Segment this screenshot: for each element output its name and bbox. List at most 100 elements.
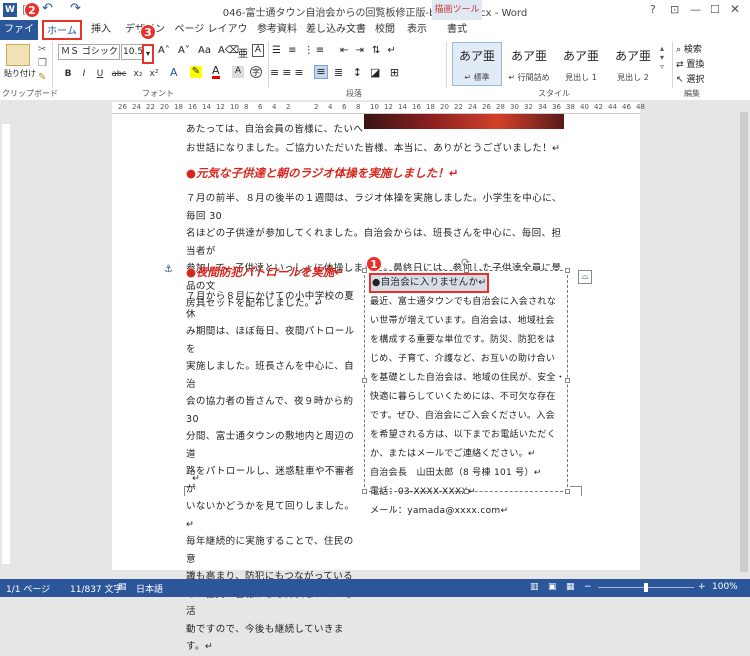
resize-handle[interactable]: [565, 268, 570, 273]
find-icon: ⌕: [676, 45, 684, 55]
subscript-icon[interactable]: x₂: [132, 68, 144, 80]
vertical-scrollbar[interactable]: [738, 102, 750, 579]
tab-references[interactable]: 参考資料: [252, 20, 302, 40]
maximize-icon[interactable]: ☐: [710, 3, 720, 16]
callout-badge-2: 2: [24, 2, 40, 18]
body-line: いないかどうかを見て回りしました。↵: [186, 501, 355, 530]
rotate-handle-icon[interactable]: ⟳: [461, 256, 470, 269]
photo-image[interactable]: [364, 114, 564, 129]
text-effects-icon[interactable]: A: [170, 66, 178, 79]
resize-handle[interactable]: [565, 378, 570, 383]
superscript-icon[interactable]: x²: [148, 68, 160, 80]
resize-handle[interactable]: [464, 489, 469, 494]
language-indicator[interactable]: 日本語: [136, 582, 163, 595]
paragraph-night-patrol[interactable]: ７月から８月にかけての小中学校の夏休 み期間は、ほぼ毎日、夜間パトロールを 実施…: [186, 288, 362, 656]
membership-text-box[interactable]: ●自治会に入りませんか↵ 最近、富士通タウンでも自治会に入会されな い世帯が増え…: [364, 270, 568, 516]
strikethrough-icon[interactable]: abc: [110, 68, 128, 80]
horizontal-ruler[interactable]: 26 24 22 20 18 16 14 12 10 8 6 4 2 2 4 6 8 10 12 14 16 18 20 22…: [112, 102, 645, 114]
list-buttons-icon[interactable]: ☰ ≡ ⋮≡: [272, 45, 326, 56]
change-case-icon[interactable]: Aa: [198, 45, 211, 56]
tab-home[interactable]: ホーム: [42, 20, 82, 40]
highlight-icon[interactable]: ✎: [190, 66, 202, 78]
styles-scroll-icon[interactable]: ▴ ▾ ▿: [660, 44, 664, 71]
font-name-box[interactable]: ＭＳ ゴシック (: [58, 44, 120, 60]
character-border-icon[interactable]: A: [252, 44, 264, 57]
phonetic-guide-icon[interactable]: 亜: [238, 45, 248, 60]
sort-and-marks-icon[interactable]: ⇅ ↵: [372, 45, 398, 56]
character-shading-icon[interactable]: A: [232, 66, 244, 78]
tab-mailings[interactable]: 差し込み文書: [304, 20, 368, 40]
text-box-line: 快適に暮らしていくためには、不可欠な存在: [370, 392, 556, 402]
shading-and-borders-icon[interactable]: ◪ ⊞: [370, 66, 402, 79]
empty-paragraph-mark[interactable]: ↵: [192, 470, 200, 488]
enclosed-character-icon[interactable]: 字: [250, 66, 262, 78]
ribbon-display-icon[interactable]: ⊡: [670, 3, 679, 16]
tab-review[interactable]: 校閲: [370, 20, 400, 40]
intro-line[interactable]: お世話になりました。ご協力いただいた皆様、本当に、ありがとうございました！↵: [186, 140, 566, 158]
ruler-tick-label: 10: [230, 103, 239, 111]
minimize-icon[interactable]: —: [690, 3, 701, 16]
font-color-icon[interactable]: A: [212, 65, 220, 79]
heading-night-patrol[interactable]: ●夜間防犯パトロールを実施↵: [186, 264, 344, 280]
cut-icon[interactable]: ✂: [38, 44, 46, 55]
justify-active-icon[interactable]: ≡: [314, 65, 328, 79]
style-heading-2[interactable]: あア亜 見出し 2: [608, 42, 658, 86]
tab-view[interactable]: 表示: [402, 20, 432, 40]
zoom-level[interactable]: 100%: [712, 582, 738, 592]
style-normal[interactable]: あア亜 ↵ 標準: [452, 42, 502, 86]
ribbon-tabs: ファイル ホーム 挿入 デザイン ページ レイアウト 参考資料 差し込み文書 校…: [0, 20, 750, 55]
copy-icon[interactable]: ❐: [38, 58, 47, 69]
zoom-slider-thumb[interactable]: [644, 583, 648, 592]
tab-insert[interactable]: 挿入: [84, 20, 118, 40]
resize-handle[interactable]: [565, 489, 570, 494]
font-size-dropdown-arrow-icon[interactable]: ▾: [142, 44, 154, 64]
font-size-box[interactable]: 10.5: [121, 44, 143, 60]
zoom-in-icon[interactable]: +: [698, 582, 706, 592]
zoom-out-icon[interactable]: −: [584, 582, 592, 592]
text-box-title[interactable]: ●自治会に入りませんか↵: [372, 273, 487, 292]
close-icon[interactable]: ✕: [730, 2, 740, 16]
layout-options-icon[interactable]: ⌓: [578, 270, 592, 284]
bold-icon[interactable]: B: [62, 68, 74, 80]
replace-button[interactable]: ⇄ 置換: [676, 57, 704, 70]
alignment-buttons-icon[interactable]: ≡≡≡: [270, 66, 307, 79]
grow-font-icon[interactable]: A˄: [158, 45, 170, 56]
web-layout-icon[interactable]: ▦: [566, 582, 575, 592]
word-count[interactable]: 11/837 文字: [70, 582, 123, 595]
intro-line[interactable]: あたっては、自治会員の皆様に、たいへ: [186, 121, 366, 139]
distributed-and-spacing-icon[interactable]: ≣ ↕: [334, 66, 365, 79]
style-heading-1[interactable]: あア亜 見出し 1: [556, 42, 606, 86]
vertical-ruler[interactable]: [0, 114, 12, 584]
tab-format[interactable]: 書式: [434, 20, 480, 40]
format-painter-icon[interactable]: ✎: [38, 72, 46, 83]
indent-buttons-icon[interactable]: ⇤ ⇥: [340, 45, 366, 56]
find-button[interactable]: ⌕ 検索: [676, 42, 702, 55]
page-count[interactable]: 1/1 ページ: [6, 582, 50, 595]
scrollbar-thumb[interactable]: [740, 112, 748, 572]
proofing-icon[interactable]: ▤: [118, 582, 127, 592]
resize-handle[interactable]: [362, 489, 367, 494]
paste-icon[interactable]: [6, 44, 30, 66]
heading-radio-exercise[interactable]: ●元気な子供達と朝のラジオ体操を実施しました！↵: [186, 165, 458, 181]
tab-file[interactable]: ファイル: [0, 20, 38, 55]
ruler-tick-label: 34: [538, 103, 547, 111]
italic-icon[interactable]: I: [78, 68, 90, 80]
ruler-tick-label: 20: [440, 103, 449, 111]
resize-handle[interactable]: [362, 268, 367, 273]
ruler-tick-label: 46: [622, 103, 631, 111]
style-sample: あア亜: [510, 49, 547, 63]
tab-page-layout[interactable]: ページ レイアウト: [172, 20, 250, 55]
read-mode-icon[interactable]: ▥: [530, 582, 539, 592]
resize-handle[interactable]: [362, 378, 367, 383]
paste-button-label[interactable]: 貼り付け: [4, 68, 36, 79]
text-box-body[interactable]: 最近、富士通タウンでも自治会に入会されな い世帯が増えています。自治会は、地域社…: [370, 293, 566, 521]
body-line: 動ですので、今後も継続していきます。↵: [186, 623, 344, 653]
shrink-font-icon[interactable]: A˅: [178, 45, 190, 56]
help-icon[interactable]: ?: [650, 3, 656, 16]
clear-formatting-icon[interactable]: A⌫: [218, 45, 239, 56]
select-button[interactable]: ↖ 選択: [676, 72, 704, 85]
underline-icon[interactable]: U: [94, 68, 106, 80]
print-layout-icon[interactable]: ▣: [548, 582, 557, 592]
style-no-spacing[interactable]: あア亜 ↵ 行間詰め: [504, 42, 554, 86]
anchor-icon[interactable]: ⚓: [164, 264, 173, 275]
